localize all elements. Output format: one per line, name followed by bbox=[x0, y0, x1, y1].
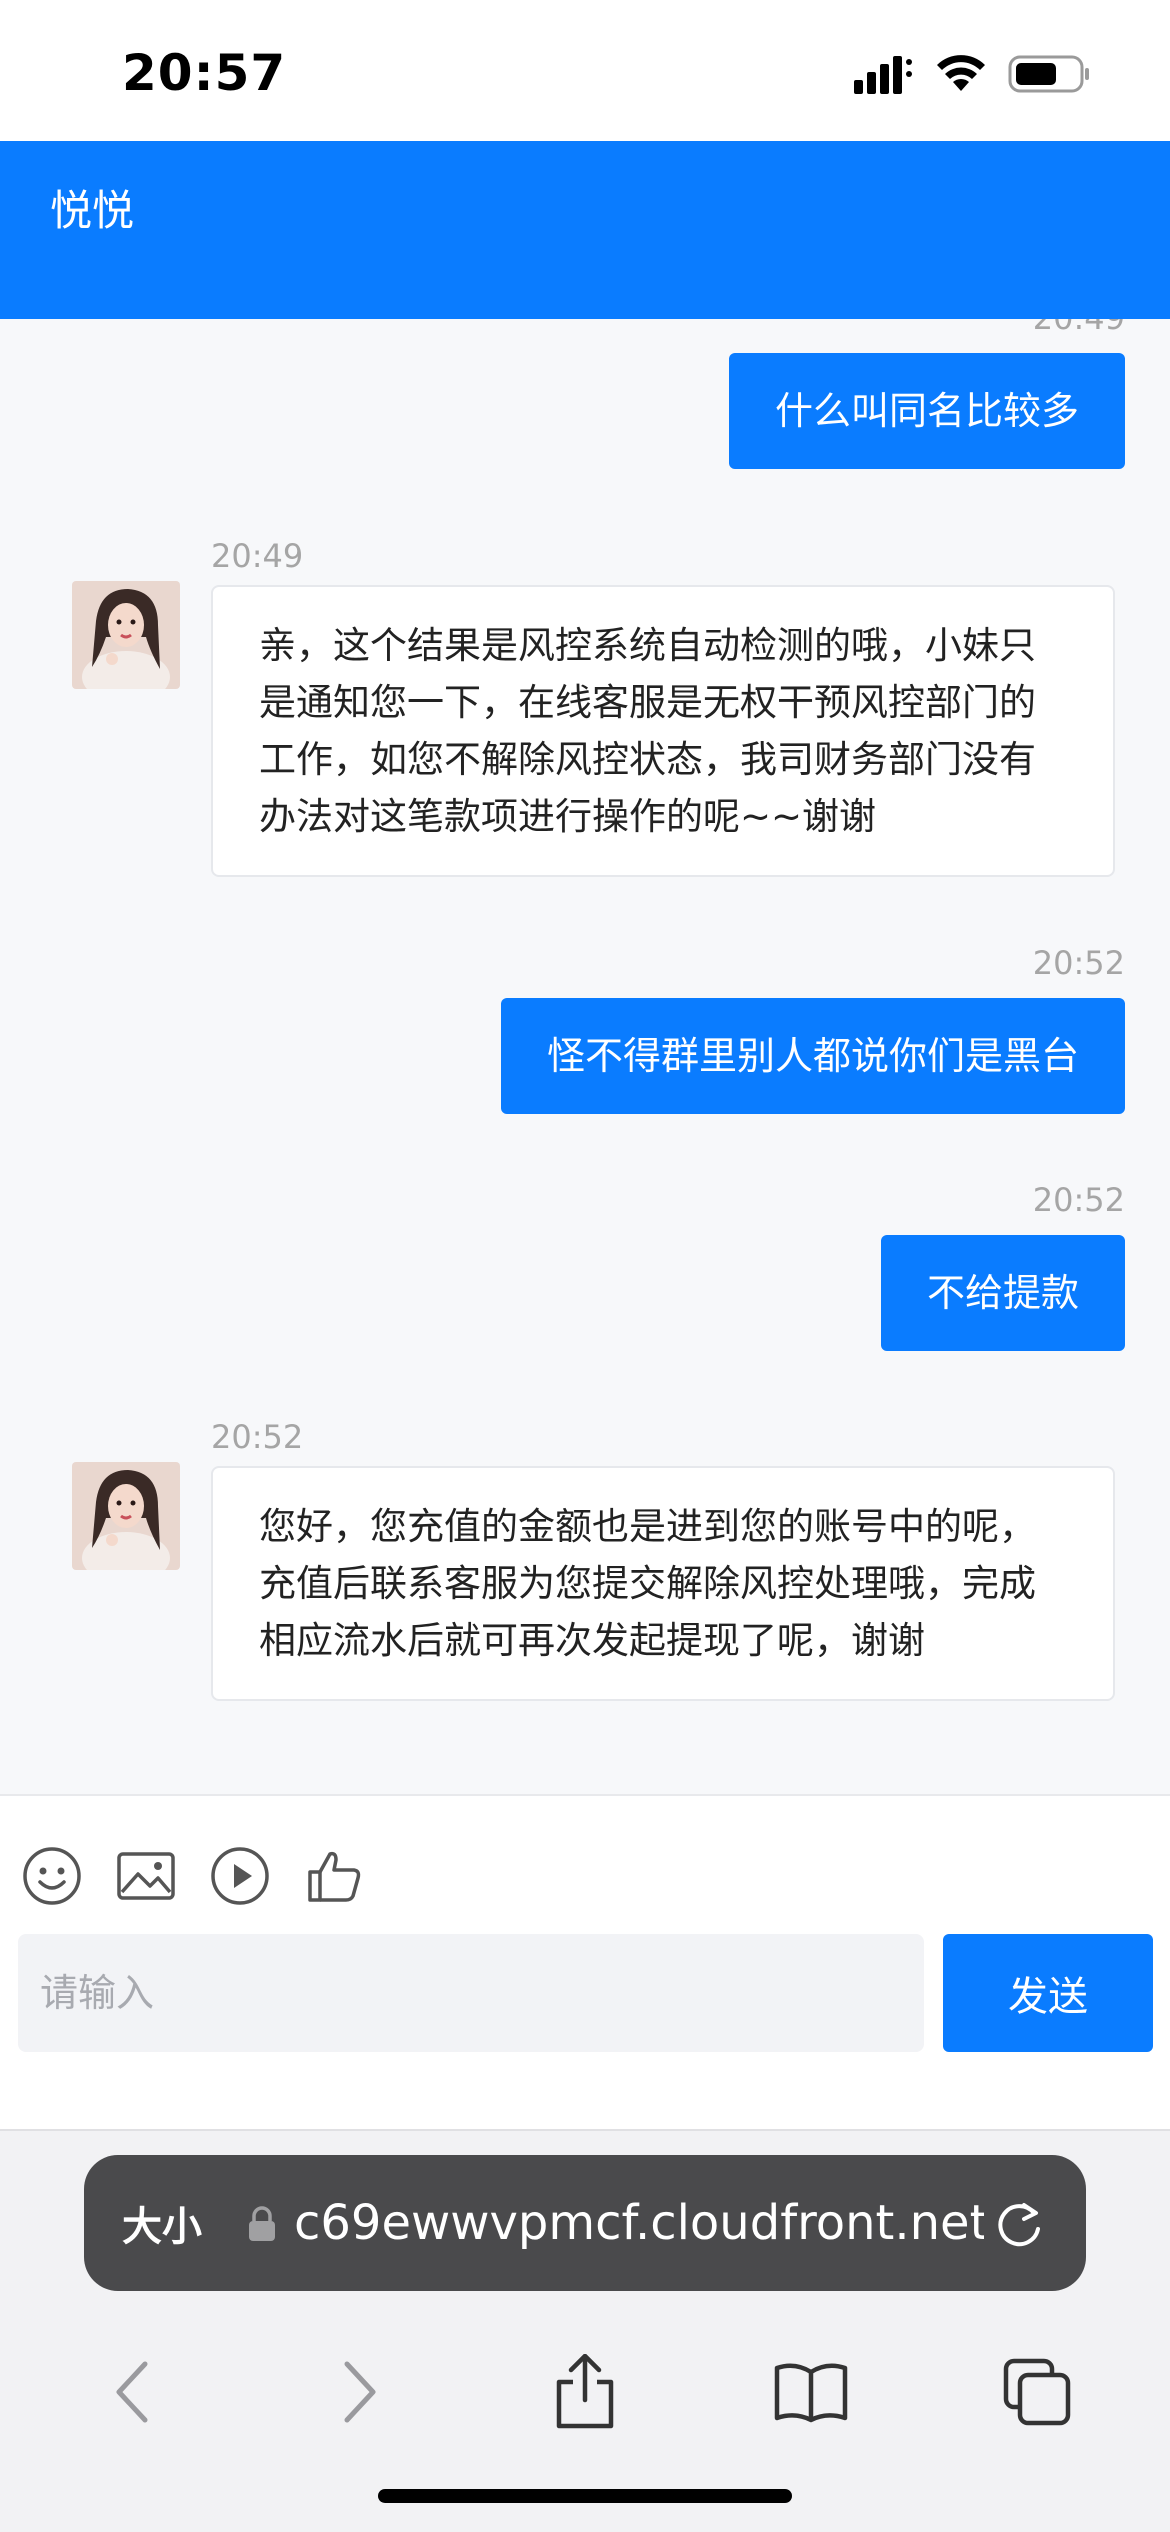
received-message-bubble[interactable]: 亲，这个结果是风控系统自动检测的哦，小妹只是通知您一下，在线客服是无权干预风控部… bbox=[211, 585, 1115, 877]
address-bar[interactable]: 大小 c69ewwvpmcf.cloudfront.net bbox=[84, 2155, 1086, 2291]
screen: 20:57 悦悦 什么叫同名比较多 20:49 亲，这个结果是风控系统自动检测的… bbox=[0, 0, 1170, 2532]
sent-message-bubble[interactable]: 不给提款 bbox=[880, 1235, 1125, 1351]
chevron-right-icon bbox=[344, 2361, 376, 2423]
sent-message-bubble[interactable]: 什么叫同名比较多 bbox=[728, 353, 1125, 469]
status-bar: 20:57 bbox=[0, 0, 1170, 141]
image-icon[interactable] bbox=[116, 1846, 176, 1906]
chat-messages[interactable]: 20:49 什么叫同名比较多 20:49 亲，这个结果是风控系统自动检测的哦，小… bbox=[0, 319, 1170, 1794]
wifi-icon bbox=[937, 55, 985, 91]
contact-name: 悦悦 bbox=[50, 186, 135, 235]
chat-header: 悦悦 bbox=[0, 141, 1170, 319]
message-timestamp: 20:52 bbox=[1032, 1181, 1125, 1219]
send-button[interactable]: 发送 bbox=[943, 1934, 1153, 2052]
book-icon bbox=[774, 2363, 848, 2423]
message-input[interactable] bbox=[18, 1934, 924, 2052]
message-timestamp: 20:49 bbox=[211, 537, 304, 575]
status-time: 20:57 bbox=[122, 44, 287, 102]
status-icons bbox=[854, 54, 1090, 94]
tabs-button[interactable] bbox=[987, 2342, 1087, 2442]
share-icon bbox=[556, 2354, 614, 2429]
message-timestamp: 20:52 bbox=[211, 1418, 304, 1456]
forward-button[interactable] bbox=[309, 2342, 409, 2442]
chevron-left-icon bbox=[116, 2361, 148, 2423]
message-composer: 发送 bbox=[0, 1794, 1170, 2129]
agent-avatar[interactable] bbox=[72, 581, 180, 689]
bookmarks-button[interactable] bbox=[761, 2342, 861, 2442]
message-timestamp: 20:49 bbox=[1033, 319, 1125, 337]
tabs-icon bbox=[1003, 2358, 1071, 2426]
url-text[interactable]: c69ewwvpmcf.cloudfront.net bbox=[294, 2195, 984, 2251]
emoji-icon[interactable] bbox=[22, 1846, 82, 1906]
page-settings-button[interactable]: 大小 bbox=[122, 2194, 202, 2252]
browser-nav-bar bbox=[0, 2327, 1170, 2457]
composer-toolbar bbox=[22, 1846, 364, 1906]
video-icon[interactable] bbox=[210, 1846, 270, 1906]
lock-icon bbox=[246, 2205, 278, 2247]
message-timestamp: 20:52 bbox=[1032, 944, 1125, 982]
back-button[interactable] bbox=[83, 2342, 183, 2442]
share-button[interactable] bbox=[535, 2342, 635, 2442]
reload-icon[interactable] bbox=[994, 2195, 1046, 2255]
browser-toolbar: 大小 c69ewwvpmcf.cloudfront.net bbox=[0, 2129, 1170, 2532]
thumbs-up-icon[interactable] bbox=[304, 1846, 364, 1906]
cellular-signal-icon bbox=[854, 56, 912, 94]
agent-avatar[interactable] bbox=[72, 1462, 180, 1570]
sent-message-bubble[interactable]: 怪不得群里别人都说你们是黑台 bbox=[500, 998, 1125, 1114]
home-indicator bbox=[378, 2489, 792, 2503]
battery-icon bbox=[1008, 55, 1089, 93]
received-message-bubble[interactable]: 您好，您充值的金额也是进到您的账号中的呢，充值后联系客服为您提交解除风控处理哦，… bbox=[211, 1466, 1115, 1701]
